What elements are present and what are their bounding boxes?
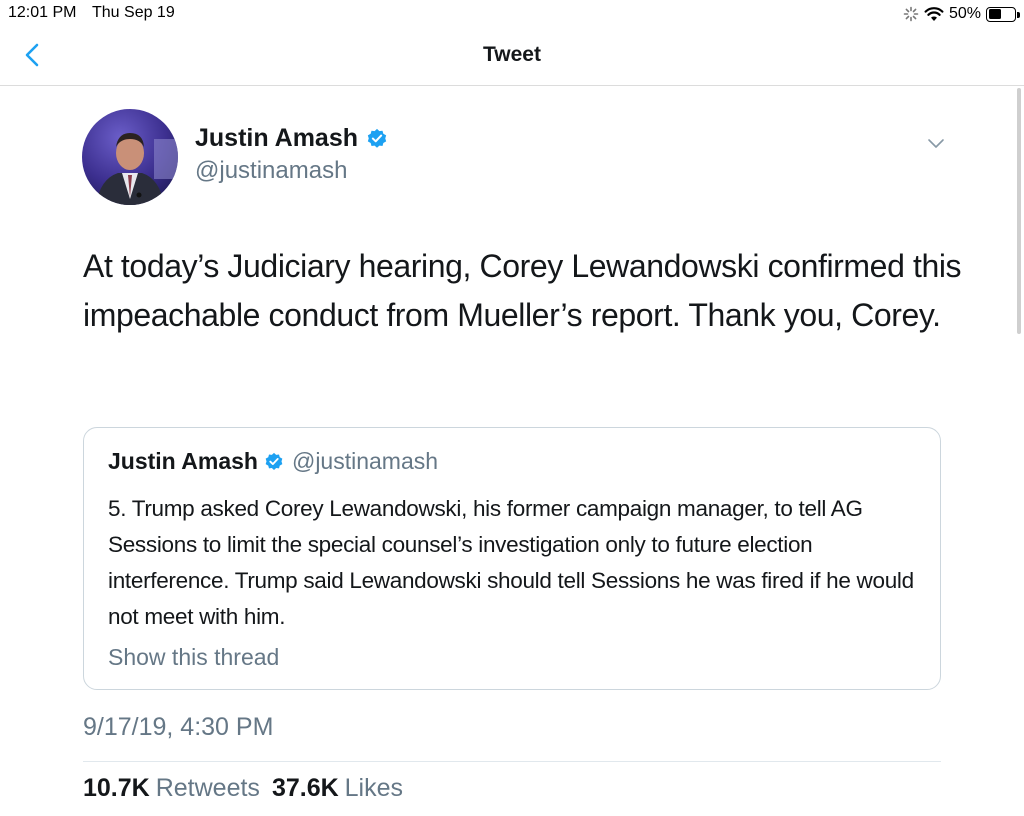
wifi-icon (924, 7, 944, 21)
quoted-tweet-text: 5. Trump asked Corey Lewandowski, his fo… (108, 496, 914, 629)
divider (83, 761, 941, 762)
quoted-author-handle: @justinamash (291, 448, 439, 474)
retweets-count: 10.7K (83, 774, 150, 802)
page-title: Tweet (483, 43, 541, 66)
tweet-options-button[interactable] (925, 132, 947, 154)
tweet-timestamp: 9/17/19, 4:30 PM (83, 713, 274, 741)
battery-percentage: 50% (948, 5, 981, 22)
quoted-author-name: Justin Amash (108, 448, 258, 474)
chevron-down-icon (928, 139, 944, 148)
battery-tip (1017, 11, 1020, 18)
likes-stat[interactable]: 37.6K Likes (272, 774, 403, 803)
scroll-indicator[interactable] (1017, 88, 1021, 334)
battery-icon (986, 6, 1020, 22)
retweets-label: Retweets (155, 774, 260, 802)
show-thread-link[interactable]: Show this thread (108, 644, 279, 671)
likes-label: Likes (344, 774, 404, 802)
activity-spinner-icon (903, 6, 919, 22)
status-indicators: 50% (903, 3, 1020, 25)
quoted-tweet[interactable]: Justin Amash @justinamash 5. Trump asked… (83, 427, 941, 690)
verified-badge-icon (265, 452, 283, 470)
likes-count: 37.6K (271, 774, 339, 802)
navigation-bar: Tweet (0, 28, 1024, 86)
status-bar: 12:01 PM Thu Sep 19 50% (0, 0, 1024, 28)
status-time: 12:01 PM (8, 4, 77, 21)
author-name: Justin Amash (195, 124, 359, 152)
avatar[interactable] (82, 109, 178, 205)
author-handle[interactable]: @justinamash (195, 157, 347, 185)
author-name-row[interactable]: Justin Amash (195, 124, 388, 153)
verified-badge-icon (367, 128, 387, 148)
status-date: Thu Sep 19 (92, 4, 175, 21)
profile-photo (82, 109, 178, 205)
quoted-tweet-header: Justin Amash @justinamash (108, 448, 438, 475)
retweets-stat[interactable]: 10.7K Retweets (83, 774, 260, 803)
battery-level (988, 9, 1001, 19)
tweet-text: At today’s Judiciary hearing, Corey Lewa… (83, 248, 962, 333)
tweet-stats: 10.7K Retweets 37.6K Likes (83, 774, 403, 803)
